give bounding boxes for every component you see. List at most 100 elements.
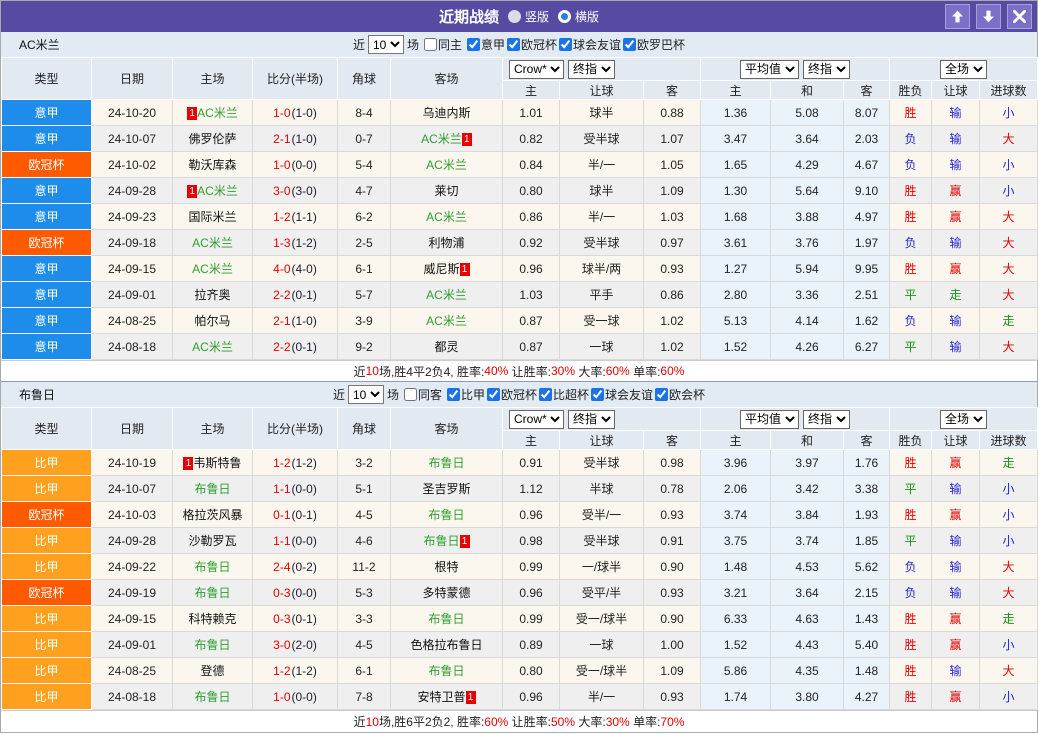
goals-result-cell: 小 [980,502,1038,528]
odds-home-cell: 0.96 [503,684,560,710]
result-cell: 胜 [890,632,932,658]
full-match-select[interactable]: 全场 [940,60,987,79]
result-cell: 负 [890,230,932,256]
handicap-cell: 半/一 [560,684,644,710]
col-header-type: 类型 [2,408,92,450]
league-checkbox[interactable] [655,388,668,401]
away-team-cell: 色格拉布鲁日 [391,632,503,658]
half-time-score: (0-2) [292,560,317,574]
corner-cell: 6-1 [338,256,391,282]
move-down-button[interactable] [976,4,1001,29]
team-name: 利物浦 [428,236,464,250]
full-match-select[interactable]: 全场 [940,410,987,429]
league-checkbox[interactable] [539,388,552,401]
final-odds-select-2[interactable]: 终指 [803,60,850,79]
odds-home-cell: 1.12 [503,476,560,502]
avg-home-cell: 3.75 [701,528,771,554]
odds-home-cell: 0.86 [503,204,560,230]
league-checkbox[interactable] [487,388,500,401]
summary-segment: 大率: [575,713,606,730]
team-name: 布鲁日 [423,534,459,548]
team-name: AC米兰 [426,210,467,224]
league-filter-item[interactable]: 欧会杯 [653,386,705,403]
team-name-label: AC米兰 [19,36,60,53]
away-team-cell: 利物浦 [391,230,503,256]
same-venue-filter[interactable]: 同主 [422,36,462,53]
league-checkbox[interactable] [559,38,572,51]
league-filter-item[interactable]: 意甲 [465,36,505,53]
radio-selected-icon[interactable] [558,10,571,23]
final-odds-select-2[interactable]: 终指 [803,410,850,429]
avg-away-cell: 1.48 [844,658,890,684]
average-select[interactable]: 平均值 [740,410,799,429]
bookmaker-select[interactable]: Crow* [509,410,564,429]
same-venue-filter[interactable]: 同客 [402,386,442,403]
rank-badge: 1 [183,457,193,470]
league-checkbox[interactable] [447,388,460,401]
goals-result-cell: 大 [980,282,1038,308]
corner-cell: 3-2 [338,450,391,476]
layout-option-horizontal[interactable]: 横版 [558,8,599,25]
league-filter-item[interactable]: 欧冠杯 [505,36,557,53]
matches-table: 类型 日期 主场 比分(半场) 角球 客场 Crow*终指 平均值终指 全场 [1,407,1038,710]
league-label: 球会友谊 [573,36,621,53]
average-select[interactable]: 平均值 [740,60,799,79]
home-team-cell: 科特赖克 [173,606,253,632]
home-team-cell: 布鲁日 [173,476,253,502]
league-filter-item[interactable]: 欧冠杯 [485,386,537,403]
avg-home-cell: 3.61 [701,230,771,256]
team-name: 安特卫普 [417,690,465,704]
league-filter-item[interactable]: 欧罗巴杯 [621,36,685,53]
league-checkbox[interactable] [507,38,520,51]
league-checkbox[interactable] [591,388,604,401]
league-label: 比超杯 [553,386,589,403]
league-filter-item[interactable]: 比超杯 [537,386,589,403]
odds-home-cell: 0.96 [503,580,560,606]
league-checkbox[interactable] [467,38,480,51]
sub-header-avg-draw: 和 [771,431,844,450]
goals-result-cell: 小 [980,684,1038,710]
league-filter-item[interactable]: 球会友谊 [589,386,653,403]
full-time-score: 2-2 [273,288,290,302]
score-cell: 2-4(0-2) [253,554,338,580]
goals-result-cell: 小 [980,528,1038,554]
league-filter-item[interactable]: 球会友谊 [557,36,621,53]
layout-option-vertical[interactable]: 竖版 [508,8,549,25]
result-cell: 胜 [890,684,932,710]
corner-cell: 5-7 [338,282,391,308]
same-venue-checkbox[interactable] [424,38,437,51]
team-name: AC米兰 [426,314,467,328]
match-row: 意甲24-09-281AC米兰3-0(3-0)4-7莱切0.80球半1.091.… [2,178,1038,204]
league-cell: 比甲 [2,684,92,710]
recent-count-select[interactable]: 10 [368,35,404,54]
league-label: 欧冠杯 [521,36,557,53]
summary-segment: 让胜率: [508,363,551,380]
league-checkbox[interactable] [623,38,636,51]
close-button[interactable] [1007,4,1032,29]
date-cell: 24-10-07 [92,476,173,502]
full-time-score: 1-1 [273,482,290,496]
goals-result-cell: 小 [980,152,1038,178]
half-time-score: (0-0) [292,158,317,172]
corner-cell: 6-1 [338,658,391,684]
league-cell: 欧冠杯 [2,580,92,606]
handicap-cell: 半/一 [560,204,644,230]
recent-count-select[interactable]: 10 [348,385,384,404]
final-odds-select-1[interactable]: 终指 [568,410,615,429]
avg-away-cell: 1.97 [844,230,890,256]
handicap-cell: 球半 [560,100,644,126]
final-odds-select-1[interactable]: 终指 [568,60,615,79]
move-up-button[interactable] [945,4,970,29]
summary-segment: 30% [551,364,575,378]
avg-away-cell: 2.03 [844,126,890,152]
radio-unselected-icon[interactable] [508,10,521,23]
summary-segment: 30% [606,715,630,729]
rank-badge: 1 [460,535,470,548]
bookmaker-select[interactable]: Crow* [509,60,564,79]
league-filter-item[interactable]: 比甲 [445,386,485,403]
result-cell: 负 [890,152,932,178]
same-venue-checkbox[interactable] [404,388,417,401]
result-cell: 胜 [890,204,932,230]
team-name: 威尼斯 [423,262,459,276]
home-team-cell: AC米兰 [173,230,253,256]
